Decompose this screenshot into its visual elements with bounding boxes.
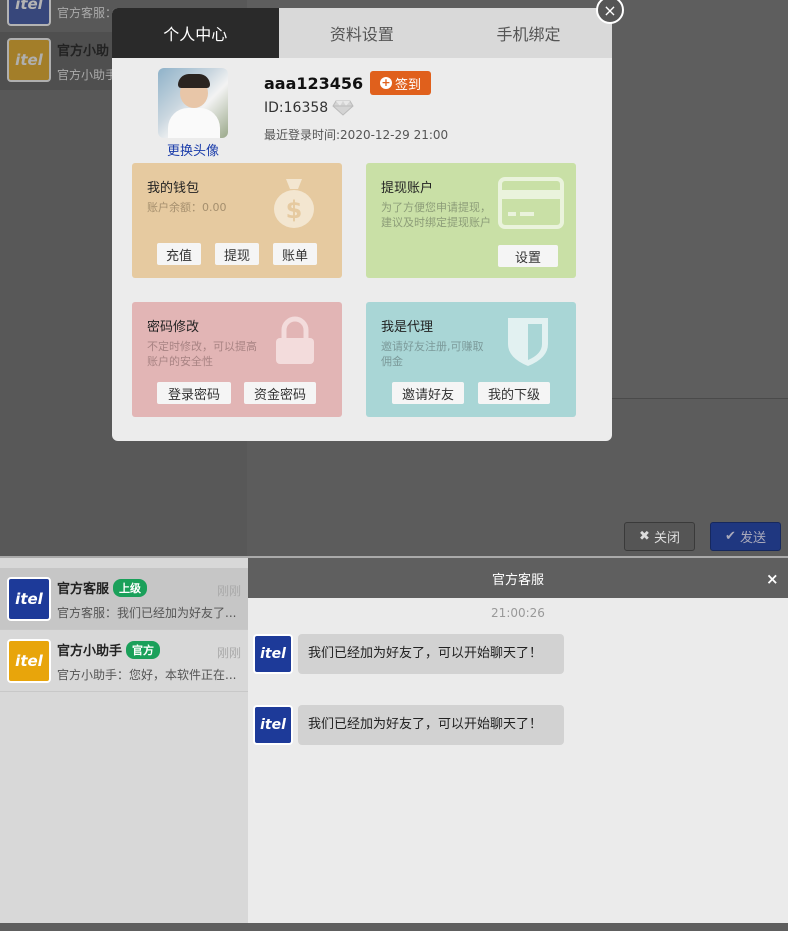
check-icon: ✔ — [725, 529, 736, 544]
agent-desc: 邀请好友注册,可赚取佣金 — [381, 340, 484, 368]
username: aaa123456 — [264, 74, 364, 93]
chat-pane: 官方客服 × 21:00:26 itel 我们已经加为好友了，可以开始聊天了！ … — [248, 558, 788, 923]
close-button[interactable]: ✖ 关闭 — [624, 522, 695, 551]
itel-logo-icon: itel — [7, 577, 51, 621]
password-card: 密码修改 不定时修改，可以提高账户的安全性 登录密码 资金密码 — [132, 302, 342, 417]
shield-icon — [508, 318, 548, 366]
plus-icon: + — [379, 76, 392, 89]
message-timestamp: 21:00:26 — [491, 606, 545, 620]
withdraw-account-title: 提现账户 — [381, 181, 434, 196]
close-icon: ✖ — [639, 529, 650, 544]
background-contact-preview: 官方小助手 — [57, 68, 118, 82]
message-bubble: 我们已经加为好友了，可以开始聊天了！ — [298, 705, 564, 745]
tab-phone-binding[interactable]: 手机绑定 — [445, 8, 612, 58]
fund-password-button[interactable]: 资金密码 — [244, 382, 316, 404]
message-bubble: 我们已经加为好友了，可以开始聊天了！ — [298, 634, 564, 674]
avatar[interactable] — [158, 68, 228, 138]
tab-profile-settings[interactable]: 资料设置 — [279, 8, 446, 58]
contact-list: itel 官方客服 上级 刚刚 官方客服：我们已经加为好友了... itel 官… — [0, 558, 248, 923]
superior-badge: 上级 — [113, 578, 148, 597]
background-contact-name: 官方小助 — [57, 44, 110, 59]
modal-tabs: 个人中心 资料设置 手机绑定 — [112, 8, 612, 58]
money-bag-icon: $ — [274, 179, 314, 228]
invite-friends-button[interactable]: 邀请好友 — [392, 382, 464, 404]
wallet-balance: 账户余额：0.00 — [147, 201, 227, 214]
withdraw-account-desc: 为了方便您申请提现，建议及时绑定提现账户 — [381, 201, 491, 229]
contact-time: 刚刚 — [217, 646, 242, 660]
password-desc: 不定时修改，可以提高账户的安全性 — [147, 340, 257, 368]
withdraw-settings-button[interactable]: 设置 — [498, 245, 558, 267]
last-login-time: 最近登录时间:2020-12-29 21:00 — [264, 128, 449, 142]
contact-time: 刚刚 — [217, 584, 242, 598]
official-badge: 官方 — [126, 640, 161, 659]
sign-in-button[interactable]: + 签到 — [370, 71, 431, 95]
password-title: 密码修改 — [147, 320, 200, 335]
itel-logo-icon: itel — [7, 0, 51, 26]
send-button[interactable]: ✔ 发送 — [710, 522, 781, 551]
change-avatar-link[interactable]: 更换头像 — [158, 140, 228, 159]
tab-personal-center[interactable]: 个人中心 — [112, 8, 279, 58]
login-password-button[interactable]: 登录密码 — [157, 382, 231, 404]
contact-name: 官方小助手 — [57, 644, 123, 659]
chat-header: 官方客服 — [248, 558, 788, 598]
withdraw-button[interactable]: 提现 — [215, 243, 259, 265]
itel-logo-icon: itel — [7, 639, 51, 683]
wallet-card: 我的钱包 账户余额：0.00 $ 充值 提现 账单 — [132, 163, 342, 278]
diamond-icon — [332, 100, 354, 116]
itel-logo-icon: itel — [253, 705, 293, 745]
contact-item-official-service[interactable]: itel 官方客服 上级 刚刚 官方客服：我们已经加为好友了... — [0, 568, 248, 630]
agent-card: 我是代理 邀请好友注册,可赚取佣金 邀请好友 我的下级 — [366, 302, 576, 417]
my-subordinates-button[interactable]: 我的下级 — [478, 382, 550, 404]
bank-card-icon — [498, 177, 564, 229]
withdraw-account-card: 提现账户 为了方便您申请提现，建议及时绑定提现账户 设置 — [366, 163, 576, 278]
bill-button[interactable]: 账单 — [273, 243, 317, 265]
contact-preview: 官方小助手：您好，本软件正在... — [57, 668, 237, 682]
contact-item-official-assistant[interactable]: itel 官方小助手 官方 刚刚 官方小助手：您好，本软件正在... — [0, 630, 248, 692]
chat-close-icon[interactable]: × — [766, 570, 779, 588]
agent-title: 我是代理 — [381, 320, 434, 335]
user-id: ID:16358 — [264, 100, 354, 116]
chat-title: 官方客服 — [491, 572, 544, 588]
chat-window: itel 官方客服 上级 刚刚 官方客服：我们已经加为好友了... itel 官… — [0, 556, 788, 923]
personal-center-modal: 个人中心 资料设置 手机绑定 × 更换头像 aaa123456 + 签到 ID:… — [112, 0, 624, 441]
wallet-title: 我的钱包 — [147, 181, 200, 196]
recharge-button[interactable]: 充值 — [157, 243, 201, 265]
itel-logo-icon: itel — [253, 634, 293, 674]
contact-preview: 官方客服：我们已经加为好友了... — [57, 606, 237, 620]
background-contact-preview: 官方客服： — [57, 6, 118, 20]
itel-logo-icon: itel — [7, 38, 51, 82]
contact-name: 官方客服 — [57, 582, 110, 597]
lock-icon — [276, 316, 314, 364]
svg-text:$: $ — [286, 196, 303, 224]
